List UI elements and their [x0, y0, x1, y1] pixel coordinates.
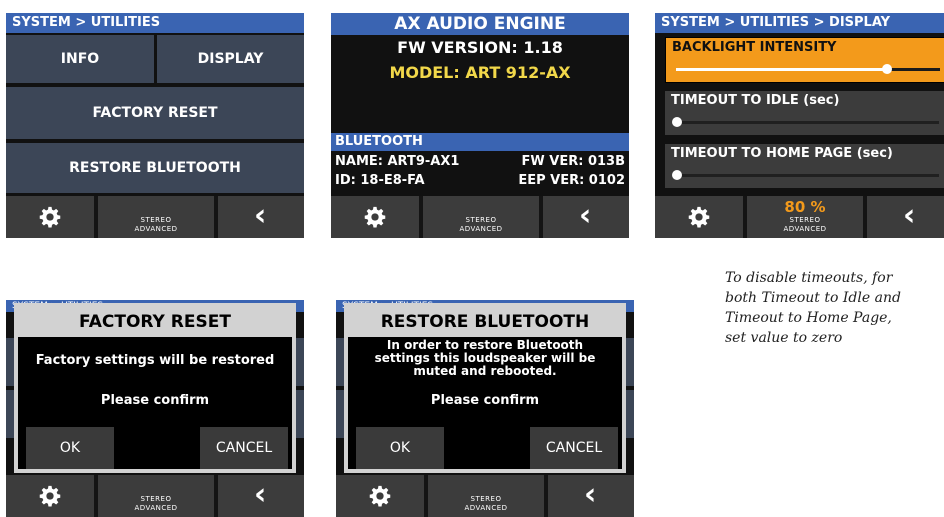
- gear-icon: [369, 485, 391, 507]
- utilities-screen: SYSTEM > UTILITIES INFO DISPLAY FACTORY …: [6, 13, 304, 238]
- stereo-label: STEREO: [789, 216, 821, 224]
- display-button[interactable]: DISPLAY: [157, 35, 304, 83]
- stereo-label: STEREO: [470, 495, 502, 503]
- timeout-idle-slider-track[interactable]: [672, 117, 939, 127]
- dialog-title: RESTORE BLUETOOTH: [348, 307, 622, 337]
- factory-reset-dialog: FACTORY RESET Factory settings will be r…: [14, 303, 296, 473]
- gear-icon: [39, 485, 61, 507]
- settings-button[interactable]: [6, 475, 94, 517]
- settings-button[interactable]: [336, 475, 424, 517]
- ok-button[interactable]: OK: [26, 427, 114, 469]
- stereo-label: STEREO: [140, 495, 172, 503]
- breadcrumb: SYSTEM > UTILITIES > DISPLAY: [655, 13, 944, 33]
- dialog-confirm-text: Please confirm: [430, 393, 540, 408]
- cancel-button[interactable]: CANCEL: [530, 427, 618, 469]
- timeout-home-label: TIMEOUT TO HOME PAGE (sec): [671, 146, 893, 161]
- back-button[interactable]: ‹: [218, 196, 304, 238]
- mode-button[interactable]: STEREO ADVANCED: [98, 475, 214, 517]
- settings-button[interactable]: [655, 196, 743, 238]
- chevron-left-icon: ‹: [584, 477, 597, 512]
- timeout-home-slider-knob[interactable]: [672, 170, 683, 180]
- dialog-message: Factory settings will be restored: [35, 353, 275, 368]
- info-button[interactable]: INFO: [6, 35, 154, 83]
- stereo-label: STEREO: [465, 216, 497, 224]
- advanced-label: ADVANCED: [134, 504, 178, 512]
- back-button[interactable]: ‹: [867, 196, 944, 238]
- mode-button[interactable]: STEREO ADVANCED: [423, 196, 539, 238]
- dialog-confirm-text: Please confirm: [100, 393, 210, 408]
- backlight-label: BACKLIGHT INTENSITY: [672, 40, 837, 55]
- display-screen: SYSTEM > UTILITIES > DISPLAY BACKLIGHT I…: [655, 13, 944, 238]
- mode-button[interactable]: 80 % STEREO ADVANCED: [747, 196, 863, 238]
- bottom-bar: STEREO ADVANCED ‹: [6, 196, 304, 238]
- advanced-label: ADVANCED: [783, 225, 827, 233]
- bt-id: ID: 18-E8-FA: [335, 173, 425, 188]
- engine-title: AX AUDIO ENGINE: [394, 14, 566, 34]
- bt-row-2: ID: 18-E8-FA EEP VER: 0102: [335, 173, 625, 188]
- chevron-left-icon: ‹: [579, 198, 592, 233]
- backlight-slider-section[interactable]: BACKLIGHT INTENSITY: [665, 37, 944, 83]
- settings-button[interactable]: [331, 196, 419, 238]
- restore-bluetooth-screen: SYSTEM > UTILITIES RESTORE BLUETOOTH In …: [336, 300, 634, 517]
- bt-fw-version: FW VER: 013B: [521, 154, 625, 169]
- advanced-label: ADVANCED: [459, 225, 503, 233]
- backlight-slider-track[interactable]: [676, 64, 940, 74]
- chevron-left-icon: ‹: [254, 477, 267, 512]
- back-button[interactable]: ‹: [543, 196, 629, 238]
- engine-title-bar: AX AUDIO ENGINE: [331, 13, 629, 35]
- bt-name: NAME: ART9-AX1: [335, 154, 460, 169]
- advanced-label: ADVANCED: [464, 504, 508, 512]
- ok-button[interactable]: OK: [356, 427, 444, 469]
- restore-bluetooth-dialog: RESTORE BLUETOOTH In order to restore Bl…: [344, 303, 626, 473]
- timeout-idle-label: TIMEOUT TO IDLE (sec): [671, 93, 840, 108]
- bottom-bar: STEREO ADVANCED ‹: [331, 196, 629, 238]
- back-button[interactable]: ‹: [218, 475, 304, 517]
- timeout-home-section[interactable]: TIMEOUT TO HOME PAGE (sec): [665, 144, 944, 188]
- gear-icon: [364, 206, 386, 228]
- advanced-label: ADVANCED: [134, 225, 178, 233]
- backlight-slider-fill: [676, 68, 888, 71]
- timeout-idle-section[interactable]: TIMEOUT TO IDLE (sec): [665, 91, 944, 135]
- dialog-title: FACTORY RESET: [18, 307, 292, 337]
- mode-button[interactable]: STEREO ADVANCED: [98, 196, 214, 238]
- model-name: MODEL: ART 912-AX: [389, 63, 571, 82]
- bottom-bar: 80 % STEREO ADVANCED ‹: [655, 196, 944, 238]
- bt-row-1: NAME: ART9-AX1 FW VER: 013B: [335, 154, 625, 169]
- back-button[interactable]: ‹: [548, 475, 634, 517]
- timeout-home-slider-track[interactable]: [672, 170, 939, 180]
- chevron-left-icon: ‹: [903, 198, 916, 233]
- stereo-label: STEREO: [140, 216, 172, 224]
- settings-button[interactable]: [6, 196, 94, 238]
- fw-version: FW VERSION: 1.18: [397, 38, 563, 57]
- timeout-note: To disable timeouts, for both Timeout to…: [725, 270, 901, 346]
- bt-eep-version: EEP VER: 0102: [518, 173, 625, 188]
- bottom-bar: STEREO ADVANCED ‹: [6, 475, 304, 517]
- bottom-bar: STEREO ADVANCED ‹: [336, 475, 634, 517]
- info-screen: AX AUDIO ENGINE FW VERSION: 1.18 MODEL: …: [331, 13, 629, 238]
- value-readout: 80 %: [784, 198, 826, 216]
- timeout-idle-slider-knob[interactable]: [672, 117, 683, 127]
- factory-reset-button[interactable]: FACTORY RESET: [6, 87, 304, 139]
- cancel-button[interactable]: CANCEL: [200, 427, 288, 469]
- chevron-left-icon: ‹: [254, 198, 267, 233]
- dialog-message: In order to restore Bluetooth settings t…: [374, 338, 596, 378]
- factory-reset-screen: SYSTEM > UTILITIES FACTORY RESET Factory…: [6, 300, 304, 517]
- gear-icon: [688, 206, 710, 228]
- mode-button[interactable]: STEREO ADVANCED: [428, 475, 544, 517]
- bluetooth-header: BLUETOOTH: [331, 133, 629, 151]
- backlight-slider-knob[interactable]: [882, 64, 893, 74]
- gear-icon: [39, 206, 61, 228]
- restore-bluetooth-button[interactable]: RESTORE BLUETOOTH: [6, 143, 304, 193]
- breadcrumb: SYSTEM > UTILITIES: [6, 13, 304, 33]
